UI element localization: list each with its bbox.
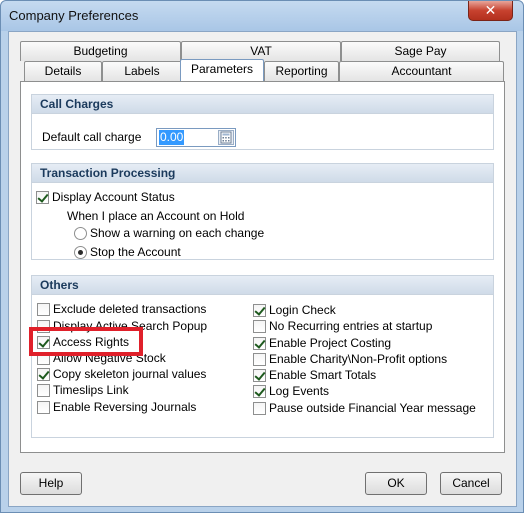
tab-parameters[interactable]: Parameters	[180, 59, 264, 81]
checkbox-label: Enable Smart Totals	[269, 368, 377, 382]
company-preferences-window: Company Preferences ✕ Budgeting VAT Sage…	[0, 0, 524, 513]
checkbox-box[interactable]	[253, 368, 266, 382]
tab-label: Details	[44, 64, 82, 78]
transaction-processing-heading: Transaction Processing	[32, 164, 493, 183]
timeslips-link-checkbox[interactable]: Timeslips Link	[37, 383, 129, 397]
calculator-icon[interactable]	[218, 130, 234, 145]
checkbox-box[interactable]	[253, 319, 266, 333]
checkbox-label: Copy skeleton journal values	[53, 367, 207, 381]
tab-label: Labels	[124, 64, 160, 78]
checkbox-box[interactable]	[253, 336, 266, 350]
tab-accountant[interactable]: Accountant	[339, 61, 504, 81]
checkbox-label: Enable Project Costing	[269, 336, 392, 350]
no-recurring-checkbox[interactable]: No Recurring entries at startup	[253, 319, 432, 333]
checkbox-box[interactable]	[253, 384, 266, 398]
checkbox-box[interactable]	[253, 401, 266, 415]
tab-reporting[interactable]: Reporting	[264, 61, 339, 81]
tab-label: Budgeting	[73, 44, 128, 58]
radio-label: Show a warning on each change	[90, 226, 265, 240]
checkbox-box[interactable]	[37, 302, 50, 316]
checkbox-box[interactable]	[37, 367, 50, 381]
call-charge-value: 0.00	[159, 130, 185, 145]
close-icon: ✕	[484, 2, 497, 18]
close-button[interactable]: ✕	[468, 1, 513, 21]
exclude-deleted-checkbox[interactable]: Exclude deleted transactions	[37, 302, 206, 316]
pause-outside-fy-checkbox[interactable]: Pause outside Financial Year message	[253, 401, 476, 415]
checkbox-box[interactable]	[37, 400, 50, 414]
checkbox-label: Enable Reversing Journals	[53, 400, 197, 414]
smart-totals-checkbox[interactable]: Enable Smart Totals	[253, 368, 376, 382]
charity-options-checkbox[interactable]: Enable Charity\Non-Profit options	[253, 352, 447, 366]
tab-label: Sage Pay	[394, 44, 447, 58]
help-button[interactable]: Help	[20, 472, 82, 495]
button-label: OK	[387, 476, 405, 490]
checkbox-label: Display Account Status	[52, 190, 175, 204]
checkbox-label: Log Events	[269, 384, 330, 398]
checkbox-label: Exclude deleted transactions	[53, 302, 207, 316]
reversing-journals-checkbox[interactable]: Enable Reversing Journals	[37, 400, 196, 414]
radio-label: Stop the Account	[90, 245, 181, 259]
login-check-checkbox[interactable]: Login Check	[253, 303, 336, 317]
radio-circle[interactable]	[74, 226, 87, 240]
cancel-button[interactable]: Cancel	[440, 472, 502, 495]
project-costing-checkbox[interactable]: Enable Project Costing	[253, 336, 391, 350]
show-warning-radio[interactable]: Show a warning on each change	[74, 226, 264, 240]
button-label: Help	[38, 476, 64, 490]
checkbox-label: Enable Charity\Non-Profit options	[269, 352, 448, 366]
copy-skeleton-checkbox[interactable]: Copy skeleton journal values	[37, 367, 206, 381]
others-heading: Others	[32, 276, 493, 295]
tab-label: Parameters	[190, 62, 254, 76]
tab-labels[interactable]: Labels	[102, 61, 182, 81]
default-call-charge-input[interactable]: 0.00	[156, 128, 236, 147]
stop-account-radio[interactable]: Stop the Account	[74, 245, 181, 259]
title-bar: Company Preferences ✕	[1, 1, 523, 31]
default-call-charge-label: Default call charge	[42, 130, 142, 144]
checkbox-label: No Recurring entries at startup	[269, 319, 433, 333]
button-label: Cancel	[452, 476, 490, 490]
log-events-checkbox[interactable]: Log Events	[253, 384, 329, 398]
display-account-status-checkbox[interactable]: Display Account Status	[36, 190, 175, 204]
ok-button[interactable]: OK	[365, 472, 427, 495]
window-title: Company Preferences	[9, 8, 139, 23]
tab-label: Reporting	[275, 64, 328, 78]
checkbox-box[interactable]	[253, 352, 266, 366]
tab-label: Accountant	[391, 64, 452, 78]
radio-circle[interactable]	[74, 245, 87, 259]
tab-budgeting[interactable]: Budgeting	[20, 41, 181, 61]
checkbox-label: Timeslips Link	[53, 383, 129, 397]
tab-vat[interactable]: VAT	[181, 41, 341, 61]
hold-label: When I place an Account on Hold	[67, 209, 245, 223]
call-charges-heading: Call Charges	[32, 95, 493, 114]
checkbox-box[interactable]	[37, 383, 50, 397]
checkbox-box[interactable]	[36, 190, 49, 204]
tab-sage-pay[interactable]: Sage Pay	[341, 41, 500, 61]
highlight-box	[29, 327, 143, 356]
checkbox-box[interactable]	[253, 303, 266, 317]
tab-label: VAT	[250, 44, 272, 58]
tab-details[interactable]: Details	[24, 61, 102, 81]
checkbox-label: Pause outside Financial Year message	[269, 401, 476, 415]
checkbox-label: Login Check	[269, 303, 336, 317]
